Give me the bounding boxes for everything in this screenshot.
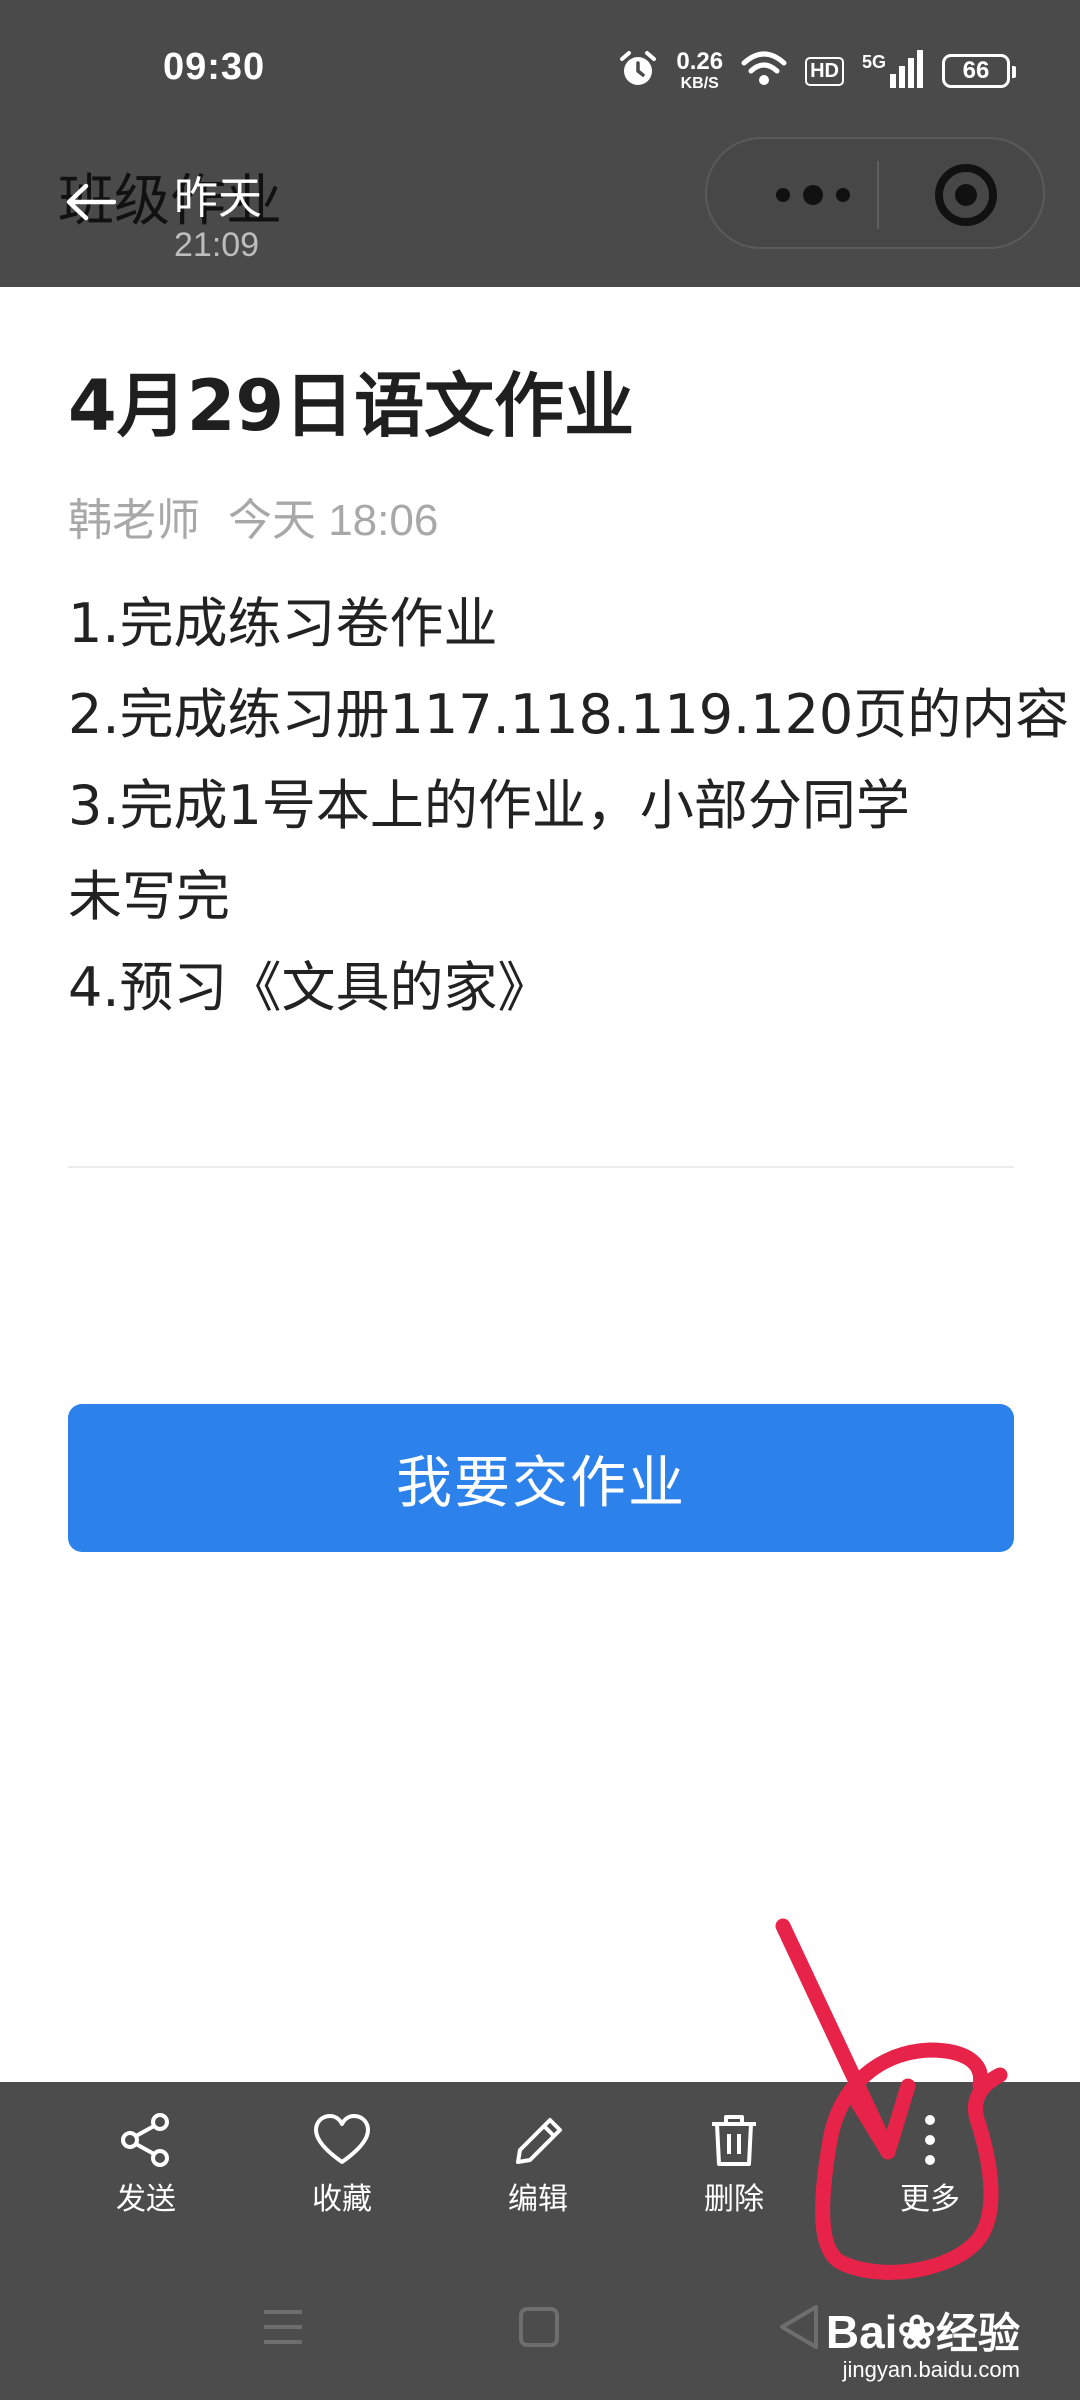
mini-program-capsule	[705, 137, 1045, 249]
delete-label: 删除	[704, 2182, 764, 2217]
baidu-jingyan-watermark: Bai❀经验 jingyan.baidu.com	[826, 2300, 1020, 2383]
capsule-divider	[877, 161, 879, 229]
network-type: 5G	[861, 52, 886, 72]
homework-meta: 韩老师 今天 18:06	[68, 484, 438, 548]
divider	[68, 1166, 1014, 1168]
nav-time: 21:09	[174, 226, 260, 264]
homework-line: 未写完	[68, 865, 230, 928]
homework-title: 4月29日语文作业	[68, 365, 635, 447]
heart-icon	[314, 2114, 370, 2164]
more-button[interactable]: 更多	[860, 2112, 1000, 2218]
recent-apps-button[interactable]	[260, 2304, 306, 2354]
wifi-icon	[741, 49, 787, 93]
bottom-toolbar: 发送 收藏 编辑 删除 更多	[0, 2082, 1080, 2272]
target-icon	[935, 164, 997, 226]
paw-icon: ❀	[897, 2306, 936, 2358]
alarm-icon	[618, 49, 658, 93]
square-icon	[519, 2307, 559, 2347]
net-speed-value: 0.26	[676, 48, 724, 75]
favorite-button[interactable]: 收藏	[272, 2112, 412, 2218]
posted-time: 今天 18:06	[227, 496, 439, 545]
home-button[interactable]	[516, 2304, 562, 2354]
share-icon	[121, 2113, 169, 2167]
homework-content: 1.完成练习卷作业 2.完成练习册117.118.119.120页的内容 3.完…	[68, 578, 1070, 1033]
menu-lines-icon	[264, 2310, 302, 2344]
watermark-url: jingyan.baidu.com	[842, 2357, 1020, 2382]
homework-line: 3.完成1号本上的作业，小部分同学	[68, 774, 910, 837]
submit-homework-button[interactable]: 我要交作业	[68, 1404, 1014, 1552]
net-speed-unit: KB/S	[680, 75, 719, 92]
watermark-logo-text: Bai	[825, 2306, 898, 2358]
nav-date: 昨天	[174, 173, 262, 224]
trash-icon	[712, 2115, 756, 2166]
delete-button[interactable]: 删除	[664, 2112, 804, 2218]
hd-badge: HD	[805, 56, 844, 86]
battery-indicator: 66	[942, 54, 1016, 88]
more-menu-button[interactable]	[755, 177, 880, 213]
network-speed: 0.26 KB/S	[676, 50, 723, 92]
more-label: 更多	[900, 2182, 960, 2217]
back-nav-button[interactable]	[776, 2302, 822, 2356]
pencil-icon	[516, 2118, 562, 2164]
teacher-name: 韩老师	[68, 495, 200, 546]
send-label: 发送	[116, 2182, 176, 2217]
back-button[interactable]	[64, 182, 117, 226]
homework-line: 2.完成练习册117.118.119.120页的内容	[68, 683, 1070, 746]
status-time: 09:30	[163, 46, 266, 88]
arrow-left-icon	[66, 183, 117, 221]
watermark-logo-cn: 经验	[935, 2309, 1020, 2358]
edit-button[interactable]: 编辑	[468, 2112, 608, 2218]
send-button[interactable]: 发送	[76, 2112, 216, 2218]
homework-line: 1.完成练习卷作业	[68, 592, 498, 655]
status-icons: 0.26 KB/S HD 5G 66	[618, 46, 1016, 96]
ellipsis-icon	[776, 185, 850, 205]
edit-label: 编辑	[508, 2182, 568, 2217]
triangle-back-icon	[780, 2305, 818, 2349]
close-mini-program-button[interactable]	[932, 161, 1000, 233]
homework-line: 4.预习《文具的家》	[68, 956, 552, 1019]
vertical-ellipsis-icon	[925, 2115, 935, 2165]
signal-icon	[890, 50, 924, 92]
favorite-label: 收藏	[312, 2182, 372, 2217]
